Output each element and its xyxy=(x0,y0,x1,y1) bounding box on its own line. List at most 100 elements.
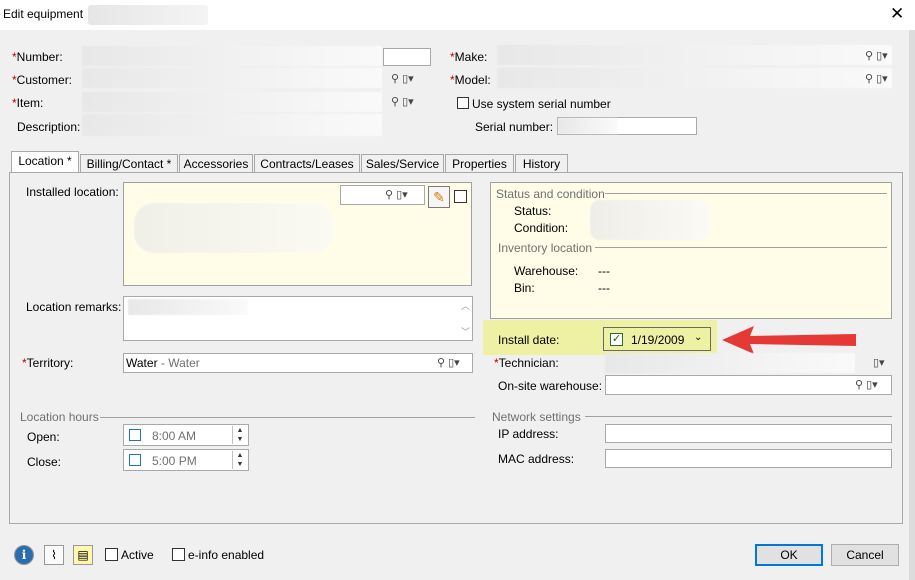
location-remarks-field[interactable]: ︿ ﹀ xyxy=(123,296,473,341)
inventory-label: Inventory location xyxy=(498,241,593,255)
lookup-dropdown-icon: ▯▾ xyxy=(873,357,885,369)
close-value: 5:00 PM xyxy=(152,454,197,468)
location-hours-label: Location hours xyxy=(20,410,99,424)
territory-lookup[interactable]: ⚲ ▯▾ xyxy=(437,356,460,369)
title-redacted xyxy=(88,5,208,25)
notes-icon[interactable]: ▤ xyxy=(73,545,93,565)
search-icon: ⚲ xyxy=(437,357,446,369)
onsite-warehouse-label: On-site warehouse: xyxy=(498,379,603,393)
condition-label: Condition: xyxy=(514,221,569,235)
warehouse-label: Warehouse: xyxy=(514,264,579,278)
tab-location[interactable]: Location * xyxy=(11,151,79,173)
install-date-label: Install date: xyxy=(498,333,560,347)
make-field[interactable] xyxy=(497,45,892,65)
lookup-dropdown-icon: ▯▾ xyxy=(876,50,888,62)
model-lookup[interactable]: ⚲ ▯▾ xyxy=(865,72,888,85)
make-lookup[interactable]: ⚲ ▯▾ xyxy=(865,49,888,62)
pencil-icon[interactable]: ✎ xyxy=(428,186,450,208)
customer-lookup[interactable]: ⚲ ▯▾ xyxy=(391,72,414,85)
ok-button[interactable]: OK xyxy=(755,544,823,566)
search-icon: ⚲ xyxy=(865,73,874,85)
status-label: Status: xyxy=(514,204,552,218)
search-icon: ⚲ xyxy=(855,379,864,391)
tab-billing-contact[interactable]: Billing/Contact * xyxy=(80,154,178,172)
installed-location-checkbox[interactable] xyxy=(454,190,467,203)
close-checkbox[interactable] xyxy=(129,454,141,466)
installed-location-icons[interactable]: ⚲ ▯▾ xyxy=(385,188,408,201)
active-label: Active xyxy=(121,548,154,562)
territory-value: Water xyxy=(126,356,158,370)
customer-field[interactable] xyxy=(82,68,382,88)
use-serial-checkbox[interactable] xyxy=(457,97,469,109)
window-edge xyxy=(909,30,915,580)
cancel-button[interactable]: Cancel xyxy=(831,544,899,566)
install-date-picker[interactable]: ✓ 1/19/2009 ⌄ xyxy=(603,327,711,351)
tab-sales-service[interactable]: Sales/Service xyxy=(361,154,444,172)
serial-field[interactable] xyxy=(557,117,697,135)
tab-accessories[interactable]: Accessories xyxy=(179,154,253,172)
paperclip-icon[interactable]: ⌇ xyxy=(44,545,64,565)
number-value xyxy=(82,46,382,66)
item-lookup[interactable]: ⚲ ▯▾ xyxy=(391,95,414,108)
info-icon[interactable]: i xyxy=(14,545,34,565)
install-date-checkbox[interactable]: ✓ xyxy=(610,333,623,346)
onsite-warehouse-field[interactable] xyxy=(605,375,892,395)
open-checkbox[interactable] xyxy=(129,429,141,441)
active-checkbox[interactable] xyxy=(105,548,118,561)
bin-label: Bin: xyxy=(514,281,535,295)
technician-field[interactable] xyxy=(605,353,855,373)
model-field[interactable] xyxy=(497,68,892,88)
mac-field[interactable] xyxy=(605,449,892,468)
technician-label: *Technician: xyxy=(494,356,559,370)
bin-value: --- xyxy=(598,281,610,295)
description-field[interactable] xyxy=(82,114,382,136)
lookup-dropdown-icon: ▯▾ xyxy=(876,73,888,85)
territory-desc: - Water xyxy=(160,356,200,370)
open-time-picker[interactable]: 8:00 AM ▲ ▼ xyxy=(123,424,249,446)
inventory-divider xyxy=(595,247,887,248)
scroll-down-icon: ﹀ xyxy=(460,327,470,337)
item-field[interactable] xyxy=(82,92,382,112)
installed-location-lookup[interactable] xyxy=(340,185,425,205)
customer-label: *Customer: xyxy=(12,73,73,87)
number-field[interactable] xyxy=(383,48,431,66)
serial-label: Serial number: xyxy=(475,120,554,134)
location-remarks-label: Location remarks: xyxy=(26,300,122,314)
onsite-warehouse-lookup[interactable]: ⚲ ▯▾ xyxy=(855,378,878,391)
scroll-up-icon: ︿ xyxy=(460,301,470,311)
item-label: *Item: xyxy=(12,96,44,110)
tab-history[interactable]: History xyxy=(515,154,568,172)
location-hours-divider xyxy=(100,417,475,418)
close-icon[interactable]: ✕ xyxy=(890,5,904,22)
technician-lookup[interactable]: ▯▾ xyxy=(873,356,885,369)
open-spinner-icon[interactable]: ▲ ▼ xyxy=(232,426,247,444)
tab-properties[interactable]: Properties xyxy=(445,154,514,172)
installed-location-label: Installed location: xyxy=(26,185,119,199)
network-group-label: Network settings xyxy=(492,410,581,424)
open-value: 8:00 AM xyxy=(152,429,197,443)
status-group-label: Status and condition xyxy=(496,187,605,201)
einfo-label: e-info enabled xyxy=(188,548,265,562)
close-time-picker[interactable]: 5:00 PM ▲ ▼ xyxy=(123,449,249,471)
tab-contracts-leases[interactable]: Contracts/Leases xyxy=(254,154,360,172)
ip-field[interactable] xyxy=(605,424,892,443)
status-divider xyxy=(605,193,887,194)
network-divider xyxy=(585,416,892,417)
search-icon: ⚲ xyxy=(391,96,400,108)
install-date-value: 1/19/2009 xyxy=(631,333,685,347)
status-values xyxy=(590,200,710,240)
number-label: *Number: xyxy=(12,50,63,64)
search-icon: ⚲ xyxy=(385,189,394,201)
close-spinner-icon[interactable]: ▲ ▼ xyxy=(232,451,247,469)
einfo-checkbox[interactable] xyxy=(172,548,185,561)
ip-label: IP address: xyxy=(498,427,559,441)
open-label: Open: xyxy=(27,430,60,444)
mac-label: MAC address: xyxy=(498,452,575,466)
territory-field[interactable]: Water - Water xyxy=(123,353,473,373)
search-icon: ⚲ xyxy=(391,73,400,85)
chevron-down-icon[interactable]: ⌄ xyxy=(694,332,702,343)
warehouse-value: --- xyxy=(598,264,610,278)
lookup-dropdown-icon: ▯▾ xyxy=(396,189,408,201)
search-icon: ⚲ xyxy=(865,50,874,62)
close-label: Close: xyxy=(27,455,62,469)
